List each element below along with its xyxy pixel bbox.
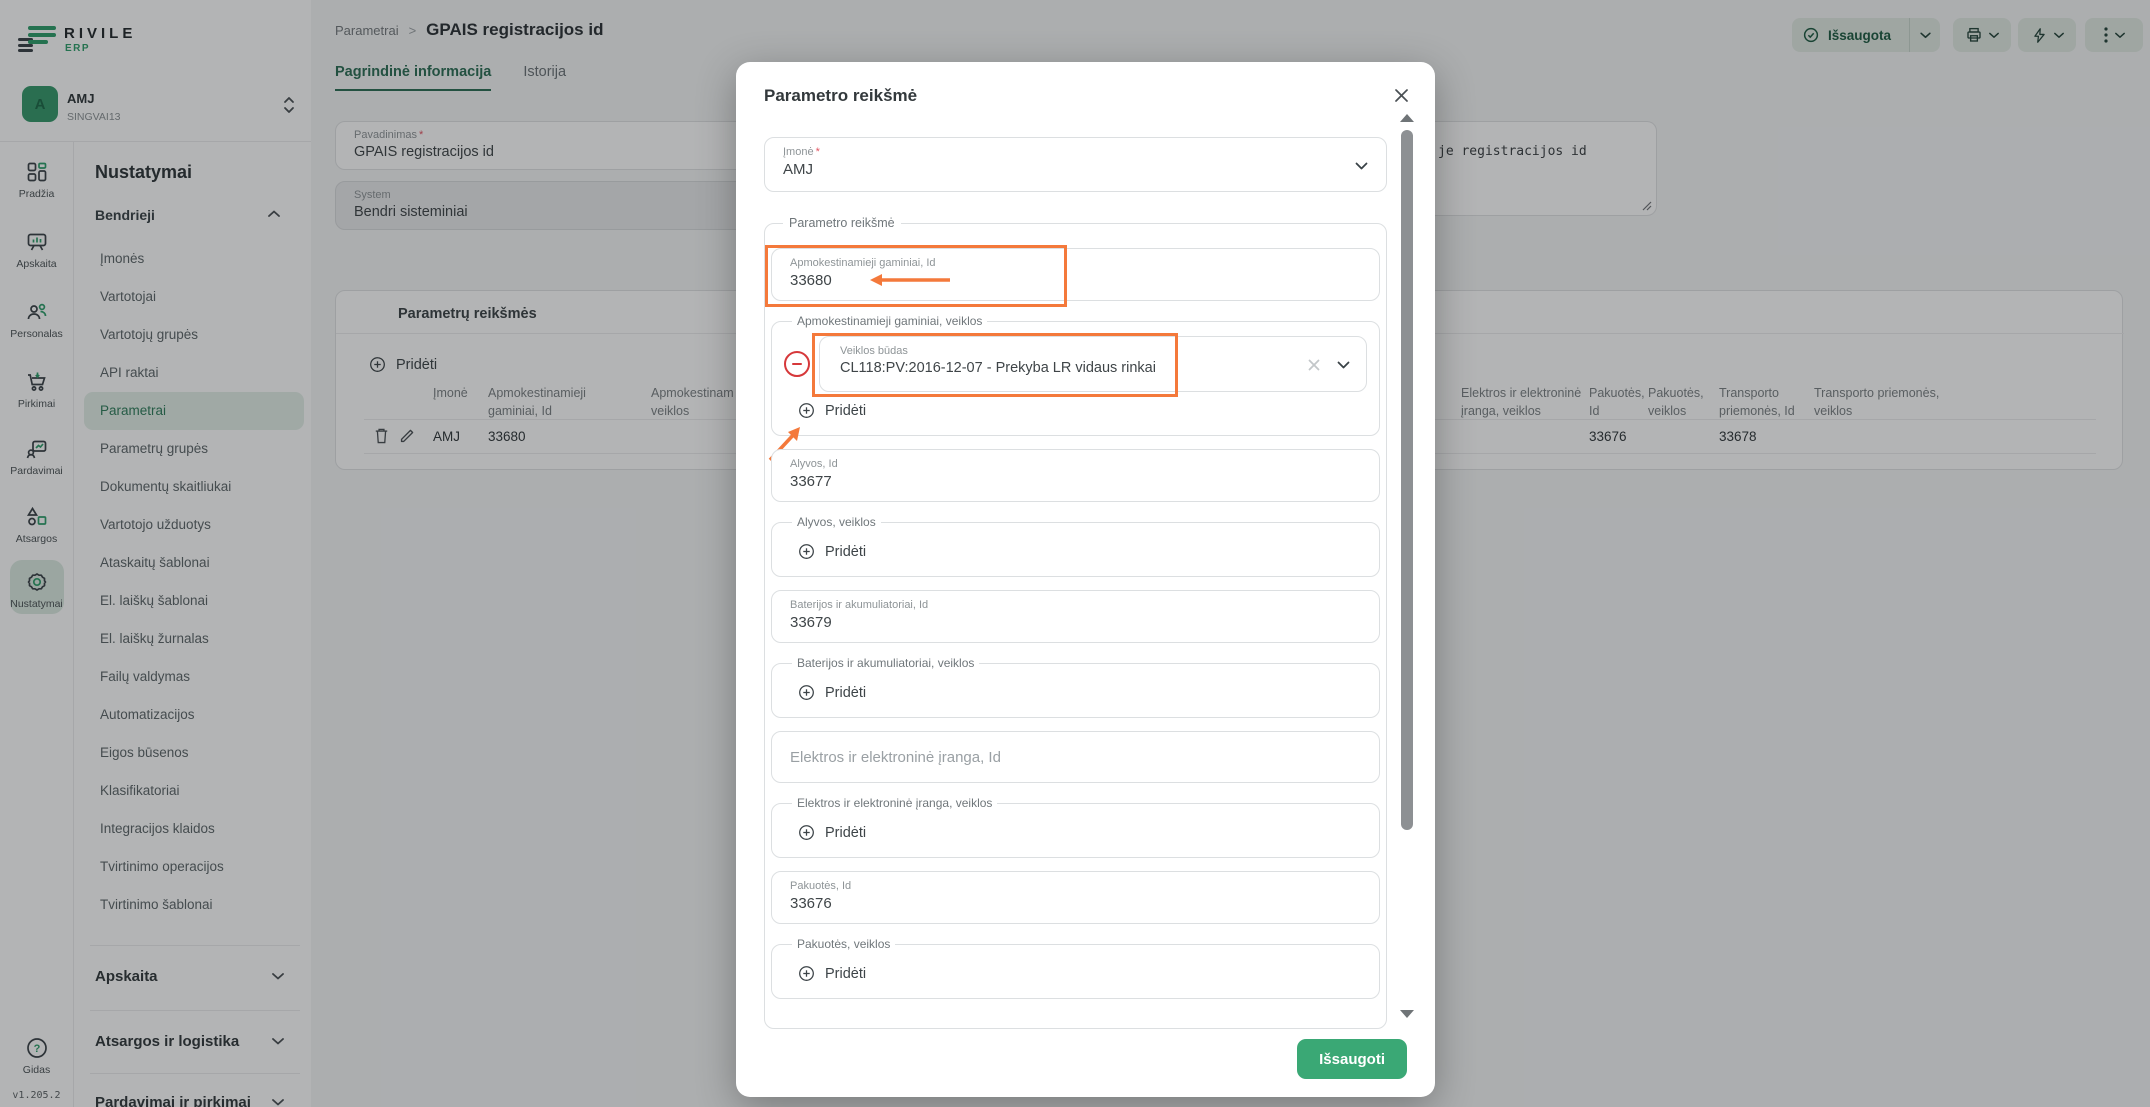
field-label: Baterijos ir akumuliatoriai, Id [790, 599, 1361, 611]
field-value: 33679 [790, 614, 1361, 631]
field-value: 33676 [790, 895, 1361, 912]
add-label: Pridėti [825, 403, 866, 419]
chevron-down-icon [1355, 162, 1368, 170]
remove-icon[interactable] [784, 351, 810, 377]
parameter-value-modal: Parametro reikšmė Įmonė* AMJ Parametro r… [736, 62, 1435, 1097]
clear-icon[interactable] [1308, 359, 1320, 371]
add-label: Pridėti [825, 685, 866, 701]
company-label: Įmonė [783, 146, 814, 158]
field-label: Apmokestinamieji gaminiai, Id [790, 257, 1361, 269]
select-value: CL118:PV:2016-12-07 - Prekyba LR vidaus … [840, 360, 1296, 376]
alyvos-id-field[interactable]: Alyvos, Id 33677 [771, 449, 1380, 502]
plus-circle-icon [798, 543, 815, 560]
scroll-up-icon[interactable] [1400, 114, 1414, 122]
add-veiklos-button[interactable]: Pridėti [798, 824, 1367, 841]
chevron-down-icon [1337, 361, 1350, 369]
parameter-value-fieldset: Parametro reikšmė Apmokestinamieji gamin… [764, 216, 1387, 1029]
close-icon[interactable] [1394, 88, 1409, 103]
pakuotes-id-field[interactable]: Pakuotės, Id 33676 [771, 871, 1380, 924]
veiklos-budas-select[interactable]: Veiklos būdas CL118:PV:2016-12-07 - Prek… [819, 336, 1367, 392]
add-veiklos-button[interactable]: Pridėti [798, 543, 1367, 560]
field-label: Pakuotės, Id [790, 880, 1361, 892]
scrollbar-thumb[interactable] [1401, 130, 1413, 830]
add-label: Pridėti [825, 544, 866, 560]
group-legend: Pakuotės, veiklos [792, 937, 895, 951]
alyvos-veiklos-group: Alyvos, veiklos Pridėti [771, 515, 1380, 577]
elektros-veiklos-group: Elektros ir elektroninė įranga, veiklos … [771, 796, 1380, 858]
group-legend: Elektros ir elektroninė įranga, veiklos [792, 796, 997, 810]
required-asterisk: * [816, 146, 820, 158]
modal-scrollbar[interactable] [1399, 112, 1415, 1020]
elektros-id-field[interactable]: Elektros ir elektroninė įranga, Id [771, 731, 1380, 783]
add-label: Pridėti [825, 966, 866, 982]
fieldset-legend: Parametro reikšmė [783, 216, 901, 230]
plus-circle-icon [798, 684, 815, 701]
plus-circle-icon [798, 965, 815, 982]
field-value: 33677 [790, 473, 1361, 490]
select-label: Veiklos būdas [840, 345, 1296, 357]
add-veiklos-button[interactable]: Pridėti [798, 402, 1367, 419]
field-placeholder: Elektros ir elektroninė įranga, Id [790, 749, 1001, 766]
app-root: RIVILE ERP A AMJ SINGVAI13 Pradžia [0, 0, 2150, 1107]
group-legend: Baterijos ir akumuliatoriai, veiklos [792, 656, 979, 670]
pakuotes-veiklos-group: Pakuotės, veiklos Pridėti [771, 937, 1380, 999]
baterijos-id-field[interactable]: Baterijos ir akumuliatoriai, Id 33679 [771, 590, 1380, 643]
company-select[interactable]: Įmonė* AMJ [764, 137, 1387, 192]
add-veiklos-button[interactable]: Pridėti [798, 965, 1367, 982]
group-legend: Apmokestinamieji gaminiai, veiklos [792, 314, 987, 328]
apmok-gaminiai-veiklos-group: Apmokestinamieji gaminiai, veiklos Veikl… [771, 314, 1380, 436]
baterijos-veiklos-group: Baterijos ir akumuliatoriai, veiklos Pri… [771, 656, 1380, 718]
field-value: 33680 [790, 272, 1361, 289]
apmok-gaminiai-id-field[interactable]: Apmokestinamieji gaminiai, Id 33680 [771, 248, 1380, 301]
modal-body: Įmonė* AMJ Parametro reikšmė Apmokestina… [736, 105, 1435, 1029]
company-value: AMJ [783, 161, 1368, 178]
field-label: Alyvos, Id [790, 458, 1361, 470]
modal-title: Parametro reikšmė [764, 86, 917, 106]
add-veiklos-button[interactable]: Pridėti [798, 684, 1367, 701]
plus-circle-icon [798, 824, 815, 841]
plus-circle-icon [798, 402, 815, 419]
add-label: Pridėti [825, 825, 866, 841]
scroll-down-icon[interactable] [1400, 1010, 1414, 1018]
group-legend: Alyvos, veiklos [792, 515, 881, 529]
save-button[interactable]: Išsaugoti [1297, 1039, 1407, 1079]
